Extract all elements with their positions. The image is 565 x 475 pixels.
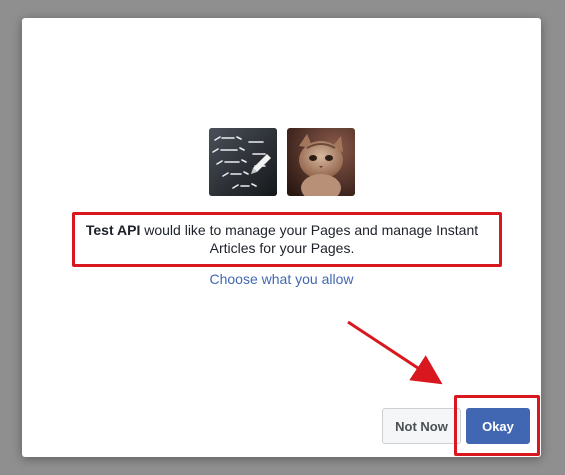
screen: Test API would like to manage your Pages…	[0, 0, 565, 475]
annotation-arrow-icon	[347, 320, 443, 385]
